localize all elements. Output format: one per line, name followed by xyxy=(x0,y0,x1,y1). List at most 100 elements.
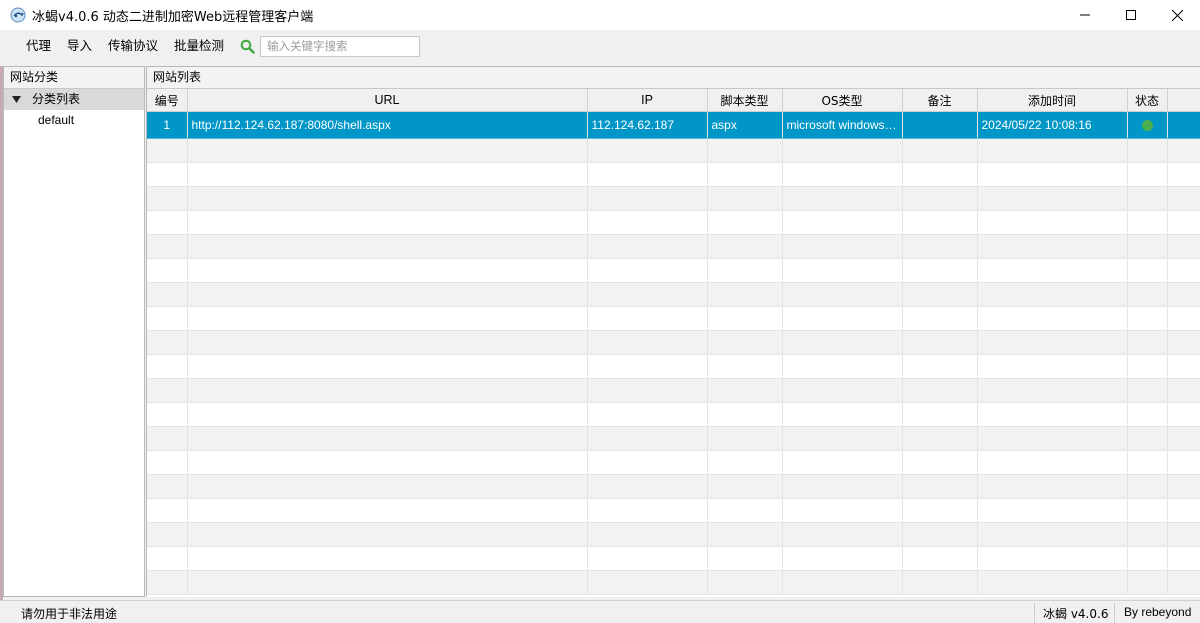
expand-triangle-icon[interactable] xyxy=(12,95,22,104)
menu-batch-check[interactable]: 批量检测 xyxy=(166,30,232,62)
menu-transport-protocol[interactable]: 传输协议 xyxy=(100,30,166,62)
status-bar: 请勿用于非法用途 冰蝎 v4.0.6 By rebeyond xyxy=(0,600,1200,623)
empty-cell xyxy=(187,330,588,355)
empty-cell xyxy=(1127,450,1168,475)
empty-cell xyxy=(902,546,978,571)
empty-cell xyxy=(1167,498,1200,523)
empty-cell xyxy=(587,426,708,451)
empty-cell xyxy=(587,234,708,259)
empty-cell xyxy=(587,378,708,403)
tree-root-category-list[interactable]: 分类列表 xyxy=(4,89,144,110)
minimize-icon xyxy=(1080,14,1090,16)
empty-cell xyxy=(1127,330,1168,355)
empty-cell xyxy=(707,450,783,475)
column-header-id[interactable]: 编号 xyxy=(147,89,188,112)
empty-cell xyxy=(707,282,783,307)
empty-cell xyxy=(977,498,1128,523)
empty-table-row xyxy=(147,426,1200,451)
column-header-script-type[interactable]: 脚本类型 xyxy=(707,89,783,112)
empty-table-row xyxy=(147,570,1200,595)
empty-cell xyxy=(147,258,188,283)
empty-cell xyxy=(1127,474,1168,499)
empty-cell xyxy=(902,210,978,235)
empty-cell xyxy=(782,474,903,499)
column-header-url[interactable]: URL xyxy=(187,89,588,112)
empty-cell xyxy=(1167,522,1200,547)
empty-cell xyxy=(707,570,783,595)
empty-cell xyxy=(1127,258,1168,283)
empty-cell xyxy=(1127,570,1168,595)
column-header-os-type[interactable]: OS类型 xyxy=(782,89,903,112)
menu-import[interactable]: 导入 xyxy=(59,30,100,62)
maximize-button[interactable] xyxy=(1108,0,1154,30)
empty-cell xyxy=(977,258,1128,283)
column-header-note[interactable]: 备注 xyxy=(902,89,978,112)
empty-cell xyxy=(902,258,978,283)
empty-cell xyxy=(587,330,708,355)
menu-proxy[interactable]: 代理 xyxy=(18,30,59,62)
cell-status xyxy=(1127,111,1168,139)
empty-cell xyxy=(1167,354,1200,379)
empty-cell xyxy=(977,426,1128,451)
minimize-button[interactable] xyxy=(1062,0,1108,30)
empty-cell xyxy=(902,330,978,355)
empty-cell xyxy=(707,546,783,571)
empty-cell xyxy=(1167,330,1200,355)
empty-cell xyxy=(587,546,708,571)
empty-cell xyxy=(1127,138,1168,163)
empty-cell xyxy=(1127,162,1168,187)
empty-table-row xyxy=(147,234,1200,259)
empty-cell xyxy=(1127,546,1168,571)
empty-cell xyxy=(587,138,708,163)
empty-cell xyxy=(187,522,588,547)
empty-cell xyxy=(187,186,588,211)
empty-cell xyxy=(902,498,978,523)
empty-cell xyxy=(902,234,978,259)
empty-cell xyxy=(1127,498,1168,523)
empty-cell xyxy=(187,426,588,451)
empty-cell xyxy=(587,354,708,379)
column-header-added-time[interactable]: 添加时间 xyxy=(977,89,1128,112)
empty-cell xyxy=(782,354,903,379)
empty-cell xyxy=(902,402,978,427)
empty-cell xyxy=(587,210,708,235)
title-bar[interactable]: 冰蝎v4.0.6 动态二进制加密Web远程管理客户端 xyxy=(0,0,1200,30)
empty-cell xyxy=(782,546,903,571)
column-header-status[interactable]: 状态 xyxy=(1127,89,1168,112)
empty-cell xyxy=(977,210,1128,235)
search-input[interactable] xyxy=(260,35,421,57)
empty-cell xyxy=(707,474,783,499)
empty-table-row xyxy=(147,450,1200,475)
cell-os-type: microsoft windows ... xyxy=(782,111,903,139)
cell-added-time: 2024/05/22 10:08:16 xyxy=(977,111,1128,139)
usage-notice: 请勿用于非法用途 xyxy=(21,607,118,621)
empty-cell xyxy=(187,162,588,187)
empty-cell xyxy=(782,330,903,355)
empty-cell xyxy=(147,282,188,307)
tree-item-default[interactable]: default xyxy=(4,110,144,131)
empty-cell xyxy=(707,162,783,187)
empty-cell xyxy=(147,138,188,163)
empty-table-row xyxy=(147,522,1200,547)
empty-cell xyxy=(147,162,188,187)
author-label: By rebeyond xyxy=(1124,605,1192,619)
empty-table-row xyxy=(147,378,1200,403)
search-icon[interactable] xyxy=(240,38,256,54)
close-button[interactable] xyxy=(1154,0,1200,30)
empty-cell xyxy=(707,186,783,211)
empty-cell xyxy=(187,138,588,163)
empty-cell xyxy=(902,570,978,595)
empty-table-row xyxy=(147,402,1200,427)
empty-cell xyxy=(187,378,588,403)
empty-cell xyxy=(1127,354,1168,379)
scorpion-app-icon xyxy=(10,7,26,23)
empty-cell xyxy=(1167,210,1200,235)
empty-cell xyxy=(187,450,588,475)
empty-cell xyxy=(187,546,588,571)
empty-cell xyxy=(147,522,188,547)
empty-cell xyxy=(977,162,1128,187)
table-row[interactable]: 1 http://112.124.62.187:8080/shell.aspx … xyxy=(147,111,1200,139)
empty-cell xyxy=(977,354,1128,379)
column-header-ip[interactable]: IP xyxy=(587,89,708,112)
empty-cell xyxy=(977,450,1128,475)
